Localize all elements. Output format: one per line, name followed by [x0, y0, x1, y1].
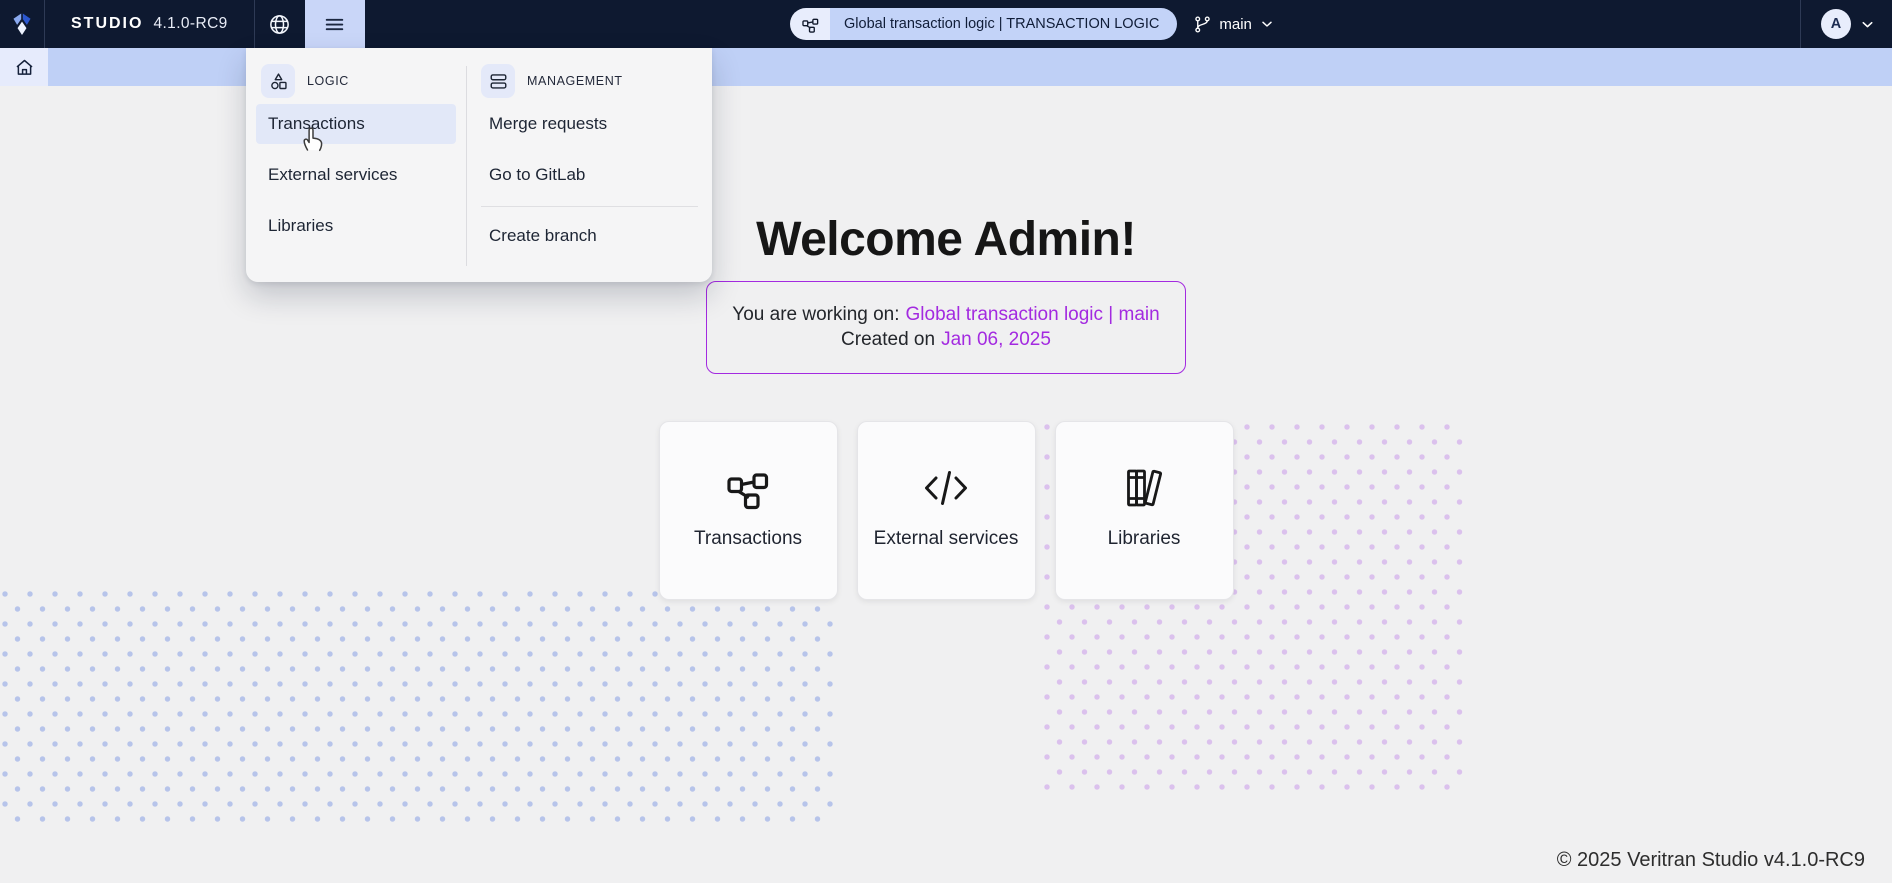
management-section-header: MANAGEMENT [481, 64, 712, 98]
hamburger-icon [322, 12, 347, 37]
shortcut-cards: Transactions External services Libraries [0, 421, 1892, 600]
logic-section-header: LOGIC [261, 64, 466, 98]
logic-section-title: LOGIC [307, 74, 349, 88]
branch-name: main [1219, 15, 1252, 33]
project-pill-label: Global transaction logic | TRANSACTION L… [830, 8, 1178, 40]
working-on-link[interactable]: Global transaction logic | main [906, 304, 1160, 326]
menu-item-go-to-gitlab[interactable]: Go to GitLab [477, 155, 702, 195]
top-navbar: STUDIO 4.1.0-RC9 Global transaction logi… [0, 0, 1892, 48]
menu-item-external-services[interactable]: External services [256, 155, 456, 195]
card-transactions[interactable]: Transactions [658, 421, 838, 600]
menu-item-transactions[interactable]: Transactions [256, 104, 456, 144]
branch-selector[interactable]: main [1193, 15, 1275, 34]
home-button[interactable] [0, 48, 48, 86]
books-icon [1120, 460, 1168, 516]
code-icon [920, 460, 972, 516]
card-libraries[interactable]: Libraries [1054, 421, 1234, 600]
app-brand: STUDIO [71, 15, 144, 32]
menu-section-management: MANAGEMENT Merge requests Go to GitLab C… [467, 48, 712, 282]
card-external-services[interactable]: External services [856, 421, 1036, 600]
avatar: A [1821, 9, 1851, 39]
home-icon [14, 57, 35, 78]
user-menu[interactable]: A [1801, 9, 1892, 39]
created-on-prefix: Created on [841, 329, 936, 350]
dots-pattern-blue [0, 591, 835, 828]
management-section-title: MANAGEMENT [527, 74, 623, 88]
menu-item-divider [481, 206, 698, 207]
navigation-dropdown: LOGIC Transactions External services Lib… [246, 48, 712, 282]
app-window: STUDIO 4.1.0-RC9 Global transaction logi… [0, 0, 1892, 883]
card-label: Libraries [1107, 528, 1181, 549]
footer-copyright: © 2025 Veritran Studio v4.1.0-RC9 [1556, 849, 1865, 871]
hierarchy-icon [790, 8, 830, 40]
app-title: STUDIO 4.1.0-RC9 [45, 15, 254, 33]
app-version: 4.1.0-RC9 [153, 15, 228, 32]
hierarchy-icon [724, 460, 772, 516]
veritran-logo-icon [0, 0, 44, 48]
created-on-date: Jan 06, 2025 [941, 329, 1051, 350]
working-on-prefix: You are working on: [732, 304, 900, 325]
project-context-pill[interactable]: Global transaction logic | TRANSACTION L… [790, 8, 1178, 40]
main-menu-button[interactable] [304, 0, 365, 48]
git-branch-icon [1193, 15, 1212, 34]
shapes-icon [261, 64, 295, 98]
chevron-down-icon [1859, 16, 1876, 33]
menu-section-logic: LOGIC Transactions External services Lib… [246, 48, 466, 282]
card-label: Transactions [693, 528, 803, 549]
menu-item-merge-requests[interactable]: Merge requests [477, 104, 702, 144]
working-on-box: You are working on: Global transaction l… [706, 281, 1186, 374]
menu-item-libraries[interactable]: Libraries [256, 206, 456, 246]
stack-icon [481, 64, 515, 98]
chevron-down-icon [1259, 16, 1275, 32]
card-label: External services [873, 528, 1019, 549]
language-globe-button[interactable] [255, 0, 305, 48]
avatar-initial: A [1830, 16, 1842, 32]
globe-icon [268, 13, 291, 36]
menu-item-create-branch[interactable]: Create branch [477, 216, 702, 256]
